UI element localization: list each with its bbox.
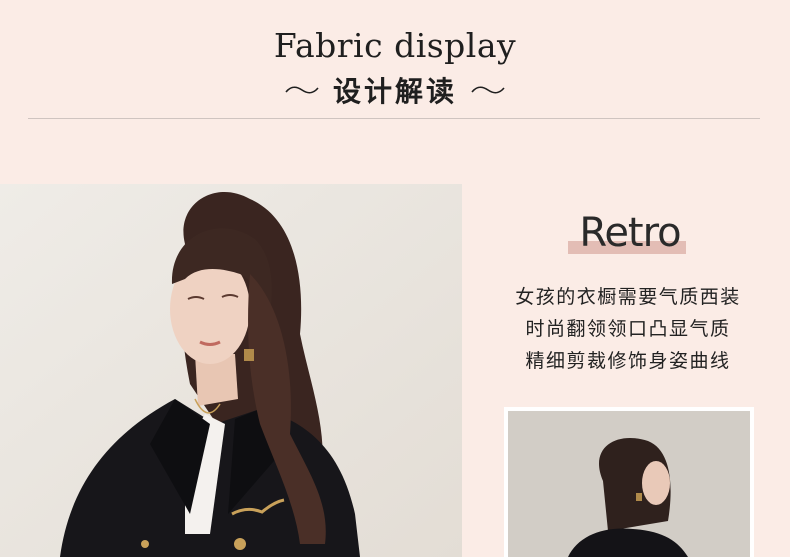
wave-ornament-right-icon: [471, 86, 505, 94]
model-photo-secondary: [508, 411, 750, 557]
retro-label: Retro: [579, 210, 681, 256]
description-line-3: 精细剪裁修饰身姿曲线: [525, 350, 731, 372]
section-title-en: Fabric display: [273, 26, 517, 65]
wave-ornament-left-icon: [285, 86, 319, 94]
header-divider: [28, 118, 760, 119]
model-photo-main: [0, 184, 462, 557]
section-title-cn: 设计解读: [332, 75, 457, 108]
description-line-1: 女孩的衣橱需要气质西装: [515, 286, 741, 308]
description-line-2: 时尚翻领领口凸显气质: [525, 318, 731, 340]
retro-heading: Retro: [560, 210, 700, 260]
section-title-cn-row: 设计解读: [0, 70, 790, 110]
model-photo-secondary-frame: [504, 407, 754, 557]
